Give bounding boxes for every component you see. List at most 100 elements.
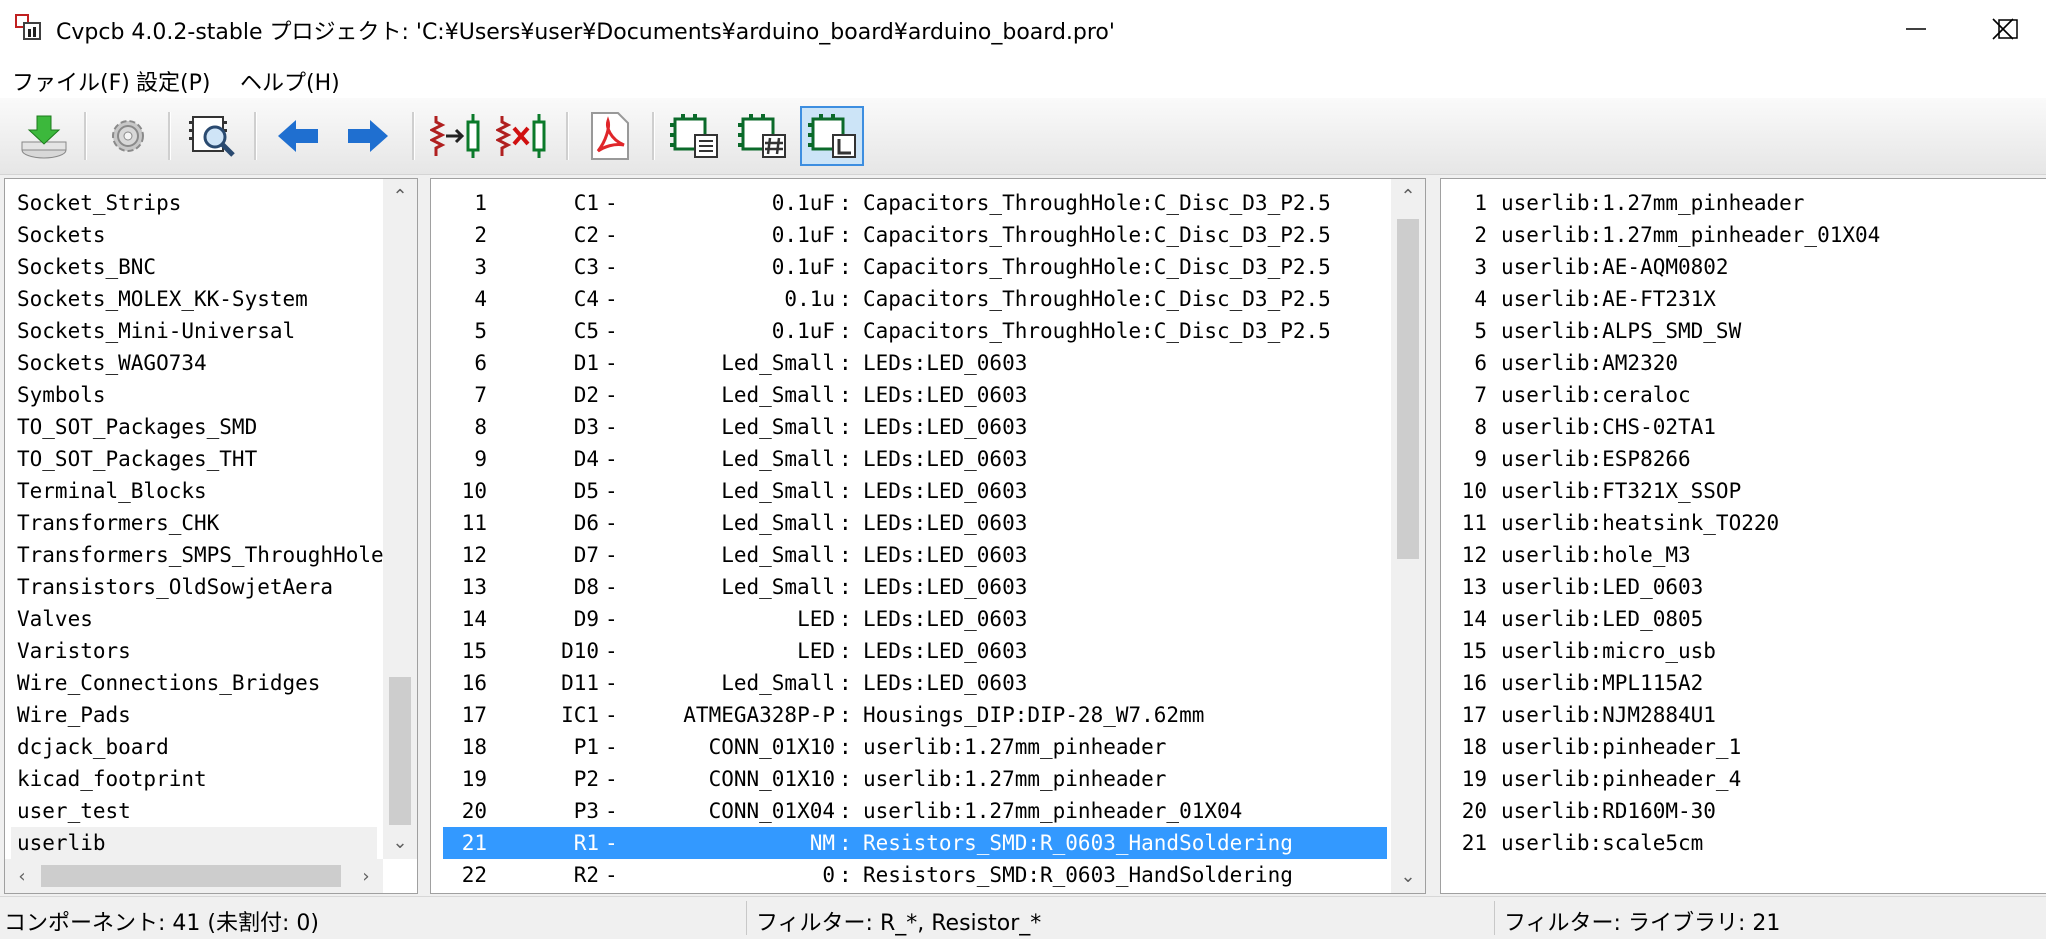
scrollbar-thumb[interactable] <box>41 865 341 887</box>
library-item[interactable]: Sockets <box>11 219 377 251</box>
scroll-right-arrow-icon[interactable]: › <box>349 859 383 893</box>
auto-associate-button[interactable] <box>428 108 484 164</box>
component-row[interactable]: 8 D3- Led_Small: LEDs:LED_0603 <box>443 411 1387 443</box>
footprint-row[interactable]: 12 userlib:hole_M3 <box>1451 539 2031 571</box>
footprint-number: 16 <box>1461 671 1487 695</box>
component-row[interactable]: 12 D7- Led_Small: LEDs:LED_0603 <box>443 539 1387 571</box>
library-item[interactable]: Symbols <box>11 379 377 411</box>
component-row[interactable]: 9 D4- Led_Small: LEDs:LED_0603 <box>443 443 1387 475</box>
footprint-row[interactable]: 14 userlib:LED_0805 <box>1451 603 2031 635</box>
component-reference: P2 <box>573 767 599 791</box>
component-footprint: Housings_DIP:DIP-28_W7.62mm <box>863 703 1205 727</box>
library-item[interactable]: kicad_footprint <box>11 763 377 795</box>
component-row[interactable]: 2 C2- 0.1uF: Capacitors_ThroughHole:C_Disc_… <box>443 219 1387 251</box>
scroll-up-arrow-icon[interactable]: ⌃ <box>383 179 417 213</box>
component-row[interactable]: 18 P1- CONN_01X10: userlib:1.27mm_pinheader <box>443 731 1387 763</box>
pdf-document-button[interactable] <box>582 108 638 164</box>
component-row[interactable]: 7 D2- Led_Small: LEDs:LED_0603 <box>443 379 1387 411</box>
scroll-down-arrow-icon[interactable]: ⌄ <box>383 825 417 859</box>
library-item[interactable]: Valves <box>11 603 377 635</box>
library-item[interactable]: Sockets_WAGO734 <box>11 347 377 379</box>
library-item[interactable]: Sockets_Mini-Universal <box>11 315 377 347</box>
library-item[interactable]: dcjack_board <box>11 731 377 763</box>
component-row[interactable]: 1 C1- 0.1uF: Capacitors_ThroughHole:C_Disc_… <box>443 187 1387 219</box>
library-item[interactable]: Wire_Pads <box>11 699 377 731</box>
footprint-row[interactable]: 17 userlib:NJM2884U1 <box>1451 699 2031 731</box>
scroll-up-arrow-icon[interactable]: ⌃ <box>1391 179 1425 213</box>
footprint-row[interactable]: 5 userlib:ALPS_SMD_SW <box>1451 315 2031 347</box>
library-item[interactable]: TO_SOT_Packages_SMD <box>11 411 377 443</box>
library-item[interactable]: Varistors <box>11 635 377 667</box>
footprint-row[interactable]: 7 userlib:ceraloc <box>1451 379 2031 411</box>
footprint-row[interactable]: 15 userlib:micro_usb <box>1451 635 2031 667</box>
footprint-row[interactable]: 9 userlib:ESP8266 <box>1451 443 2031 475</box>
component-row[interactable]: 22 R2- 0: Resistors_SMD:R_0603_HandSolderin… <box>443 859 1387 891</box>
title-bar: Cvpcb 4.0.2-stable プロジェクト: 'C:¥Users¥use… <box>0 0 2046 58</box>
library-item[interactable]: Sockets_BNC <box>11 251 377 283</box>
footprint-row[interactable]: 6 userlib:AM2320 <box>1451 347 2031 379</box>
library-list-panel[interactable]: Socket_Strips Sockets Sockets_BNC Sockets_M… <box>4 178 418 894</box>
footprint-row[interactable]: 16 userlib:MPL115A2 <box>1451 667 2031 699</box>
minimize-button[interactable] <box>1870 0 1962 58</box>
library-item[interactable]: user_test <box>11 795 377 827</box>
component-row[interactable]: 6 D1- Led_Small: LEDs:LED_0603 <box>443 347 1387 379</box>
scroll-left-arrow-icon[interactable]: ‹ <box>5 859 39 893</box>
footprint-row[interactable]: 18 userlib:pinheader_1 <box>1451 731 2031 763</box>
scrollbar-thumb[interactable] <box>1397 219 1419 559</box>
component-row[interactable]: 15 D10- LED: LEDs:LED_0603 <box>443 635 1387 667</box>
library-horizontal-scrollbar[interactable]: ‹ › <box>5 859 383 893</box>
footprint-row[interactable]: 8 userlib:CHS-02TA1 <box>1451 411 2031 443</box>
next-button[interactable] <box>340 108 396 164</box>
component-row[interactable]: 4 C4- 0.1u: Capacitors_ThroughHole:C_Disc_D… <box>443 283 1387 315</box>
library-item[interactable]: Socket_Strips <box>11 187 377 219</box>
menu-file[interactable]: ファイル(F) <box>12 65 130 97</box>
footprint-row[interactable]: 11 userlib:heatsink_TO220 <box>1451 507 2031 539</box>
component-row[interactable]: 5 C5- 0.1uF: Capacitors_ThroughHole:C_Disc_… <box>443 315 1387 347</box>
component-row[interactable]: 19 P2- CONN_01X10: userlib:1.27mm_pinheader <box>443 763 1387 795</box>
footprint-row[interactable]: 1 userlib:1.27mm_pinheader <box>1451 187 2031 219</box>
filter-pin-count-button[interactable] <box>734 108 790 164</box>
library-item[interactable]: Wire_Connections_Bridges <box>11 667 377 699</box>
footprint-row[interactable]: 3 userlib:AE-AQM0802 <box>1451 251 2031 283</box>
component-row[interactable]: 17 IC1- ATMEGA328P-P: Housings_DIP:DIP-28_W… <box>443 699 1387 731</box>
menu-help[interactable]: ヘルプ(H) <box>240 65 340 97</box>
delete-association-button[interactable] <box>494 108 550 164</box>
footprint-row[interactable]: 10 userlib:FT321X_SSOP <box>1451 475 2031 507</box>
view-footprint-button[interactable] <box>184 108 240 164</box>
footprint-row[interactable]: 4 userlib:AE-FT231X <box>1451 283 2031 315</box>
footprint-row[interactable]: 19 userlib:pinheader_4 <box>1451 763 2031 795</box>
library-item[interactable]: Transformers_SMPS_ThroughHole <box>11 539 384 571</box>
library-item[interactable]: userlib <box>11 827 377 859</box>
component-row[interactable]: 16 D11- Led_Small: LEDs:LED_0603 <box>443 667 1387 699</box>
library-vertical-scrollbar[interactable]: ⌃ ⌄ <box>383 179 417 859</box>
library-item[interactable]: Transformers_CHK <box>11 507 377 539</box>
scrollbar-thumb[interactable] <box>389 677 411 825</box>
footprint-row[interactable]: 13 userlib:LED_0603 <box>1451 571 2031 603</box>
component-vertical-scrollbar[interactable]: ⌃ ⌄ <box>1391 179 1425 893</box>
component-row[interactable]: 10 D5- Led_Small: LEDs:LED_0603 <box>443 475 1387 507</box>
close-button[interactable] <box>1960 0 2046 58</box>
library-item[interactable]: Transistors_OldSowjetAera <box>11 571 377 603</box>
footprint-row[interactable]: 21 userlib:scale5cm <box>1451 827 2031 859</box>
filter-library-button[interactable] <box>800 106 864 166</box>
library-item[interactable]: Sockets_MOLEX_KK-System <box>11 283 377 315</box>
component-row[interactable]: 20 P3- CONN_01X04: userlib:1.27mm_pinheader… <box>443 795 1387 827</box>
component-list-panel[interactable]: 1 C1-0.1uF: Capacitors_ThroughHole:C_Disc_… <box>430 178 1426 894</box>
component-row[interactable]: 13 D8- Led_Small: LEDs:LED_0603 <box>443 571 1387 603</box>
library-item[interactable]: TO_SOT_Packages_THT <box>11 443 377 475</box>
filter-keyword-button[interactable] <box>666 108 722 164</box>
component-row[interactable]: 11 D6- Led_Small: LEDs:LED_0603 <box>443 507 1387 539</box>
scroll-down-arrow-icon[interactable]: ⌄ <box>1391 859 1425 893</box>
component-footprint: LEDs:LED_0603 <box>863 543 1028 567</box>
component-row[interactable]: 21 R1- NM: Resistors_SMD:R_0603_HandSolderi… <box>443 827 1387 859</box>
library-item[interactable]: Terminal_Blocks <box>11 475 377 507</box>
settings-button[interactable] <box>100 108 156 164</box>
footprint-row[interactable]: 2 userlib:1.27mm_pinheader_01X04 <box>1451 219 2031 251</box>
component-row[interactable]: 14 D9- LED: LEDs:LED_0603 <box>443 603 1387 635</box>
save-netlist-button[interactable] <box>16 108 72 164</box>
footprint-list-panel[interactable]: 1 userlib:1.27mm_pinheader 2 userlib:1.27mm… <box>1440 178 2046 894</box>
previous-button[interactable] <box>270 108 326 164</box>
component-row[interactable]: 3 C3- 0.1uF: Capacitors_ThroughHole:C_Disc_… <box>443 251 1387 283</box>
menu-settings[interactable]: 設定(P) <box>136 65 210 97</box>
footprint-row[interactable]: 20 userlib:RD160M-30 <box>1451 795 2031 827</box>
